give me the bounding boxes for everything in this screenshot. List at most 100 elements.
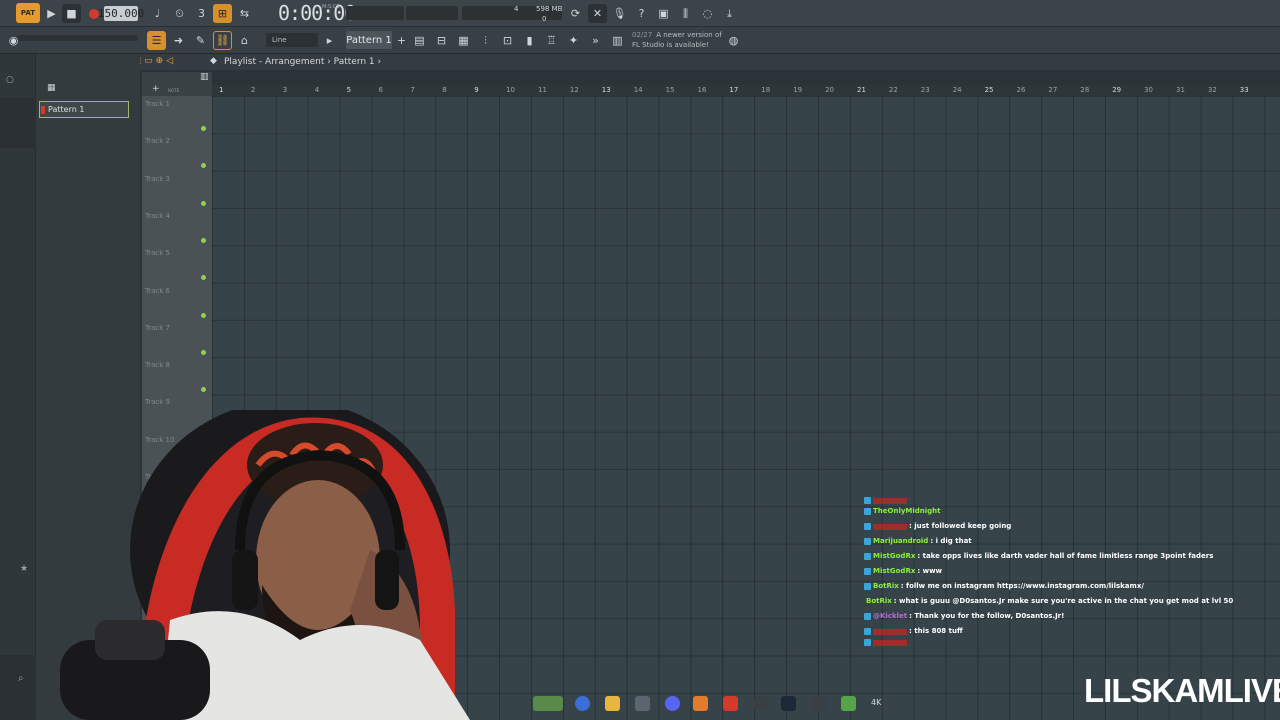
copilot-icon[interactable]	[575, 696, 590, 711]
step-edit-icon[interactable]: ⊞	[213, 4, 232, 23]
track-mute-indicator[interactable]	[201, 200, 206, 206]
update-date: 02/27	[632, 31, 653, 39]
track-label[interactable]: Track 3	[145, 175, 170, 183]
countdown-icon[interactable]: 3	[192, 4, 211, 23]
mixer-faders-icon[interactable]: ⫶	[476, 31, 495, 50]
track-mute-indicator[interactable]	[201, 349, 206, 355]
track-label[interactable]: Track 2	[145, 137, 170, 145]
stamp-icon[interactable]: ⌂	[235, 31, 254, 50]
close-icon[interactable]: ✕	[588, 4, 607, 23]
steam-icon[interactable]	[781, 696, 796, 711]
stream-chat-overlay: TheOnlyMidnight: just followed keep goin…	[864, 497, 1233, 646]
fl-studio-icon[interactable]	[693, 696, 708, 711]
track-label[interactable]: Track 7	[145, 324, 170, 332]
stop-icon[interactable]: ■	[62, 4, 81, 23]
playlist-options-icon[interactable]: ◆	[210, 56, 217, 66]
ruler-bar-number: 17	[729, 86, 739, 94]
ruler-bar-number: 15	[665, 86, 675, 94]
news-icon[interactable]: ▥	[608, 31, 627, 50]
picker-icon[interactable]: ▥	[200, 72, 209, 82]
track-label[interactable]: Track 4	[145, 212, 170, 220]
chat-message: BotRix: what is guuu @D0santos.Jr make s…	[864, 594, 1233, 609]
update-line1: A newer version of	[656, 31, 722, 39]
link-icon[interactable]: ⛓	[213, 31, 232, 50]
taskbar-badge[interactable]: 4K	[871, 698, 881, 707]
pattern-add-icon[interactable]: +	[392, 31, 411, 50]
add-track-icon[interactable]: +	[152, 84, 160, 94]
chat-username	[873, 497, 907, 504]
track-label[interactable]: Track 8	[145, 361, 170, 369]
loop-record-icon[interactable]: ⇆	[235, 4, 254, 23]
pencil-icon[interactable]: ✎	[191, 31, 210, 50]
chat-message: MistGodRx: www	[864, 564, 1224, 579]
track-mute-indicator[interactable]	[201, 126, 206, 131]
arrow-left-icon[interactable]: ▸	[320, 31, 339, 50]
track-mute-indicator[interactable]	[201, 312, 206, 318]
download-icon[interactable]: ⤓	[720, 4, 739, 23]
pattern-picker-item[interactable]: Pattern 1	[39, 101, 129, 118]
song-time-display[interactable]: 0:00:00	[278, 1, 356, 25]
touch-controller-icon[interactable]: »	[586, 31, 605, 50]
search-icon[interactable]: ⌕	[18, 673, 24, 684]
fl-studio-window: PAT ▶ ■ 150.000 ♩ ⏲ 3 ⊞ ⇆ 0:00:00 M:S:CS…	[0, 0, 1280, 720]
mixer-icon[interactable]: ⫼	[676, 4, 695, 23]
plugin-db-icon[interactable]: ▮	[520, 31, 539, 50]
chat-message: @Kicklet: Thank you for the follow, D0sa…	[864, 609, 1224, 624]
chat-username	[873, 523, 907, 530]
file-explorer-icon[interactable]	[605, 696, 620, 711]
chat-text: : take opps lives like darth vader hall …	[917, 552, 1214, 560]
track-label[interactable]: Track 9	[145, 398, 170, 406]
ruler-bar-number: 24	[952, 86, 962, 94]
microphone-icon[interactable]: 🎙	[610, 4, 629, 23]
chat-username: BotRix	[873, 582, 899, 590]
track-label[interactable]: Track 6	[145, 287, 170, 295]
channel-rack-icon[interactable]: ▦	[454, 31, 473, 50]
brave-icon[interactable]	[723, 696, 738, 711]
scroll-slider[interactable]	[18, 35, 138, 41]
app-icon[interactable]	[811, 696, 826, 711]
update-notice[interactable]: 02/27 A newer version of FL Studio is ava…	[632, 30, 722, 50]
playlist-icon[interactable]: ▤	[410, 31, 429, 50]
browser-icon[interactable]: ⊡	[498, 31, 517, 50]
wait-input-icon[interactable]: ⏲	[170, 4, 189, 23]
pat-song-toggle[interactable]: PAT	[16, 3, 40, 23]
arrow-right-icon[interactable]: ➜	[169, 31, 188, 50]
time-format-label: M:S:CS	[322, 4, 340, 10]
pattern-selector[interactable]: Pattern 1	[346, 31, 392, 49]
snap-mode-select[interactable]: Line	[266, 33, 318, 47]
ruler-bar-number: 30	[1144, 86, 1154, 94]
master-pitch-slider[interactable]	[406, 6, 458, 20]
store-icon[interactable]	[635, 696, 650, 711]
widgets-icon[interactable]	[533, 696, 563, 711]
ruler-bar-number: 19	[793, 86, 803, 94]
obs-icon[interactable]	[753, 696, 768, 711]
master-volume-slider[interactable]	[346, 6, 404, 20]
tempo-display[interactable]: 150.000	[98, 6, 144, 21]
play-icon[interactable]: ▶	[42, 4, 61, 23]
playlist-mode-icon[interactable]: ☰	[147, 31, 166, 50]
chat-text: : i dig that	[930, 537, 972, 545]
help-icon[interactable]: ?	[632, 4, 651, 23]
plugin-picker-icon[interactable]: ♖	[542, 31, 561, 50]
track-mute-indicator[interactable]	[201, 237, 206, 243]
globe-icon[interactable]: ◍	[724, 31, 743, 50]
chat-message: TheOnlyMidnight	[864, 504, 1224, 519]
discord-icon[interactable]	[665, 696, 680, 711]
piano-roll-icon[interactable]: ⊟	[432, 31, 451, 50]
metronome-icon[interactable]: ♩	[148, 4, 167, 23]
save-icon[interactable]: ▣	[654, 4, 673, 23]
ruler-bar-number: 3	[282, 86, 288, 94]
chat-badge-icon	[864, 583, 871, 590]
folder-icon[interactable]: ⎔	[6, 76, 14, 86]
picker-toggle-icon[interactable]: ▦	[47, 83, 56, 93]
track-label[interactable]: Track 1	[145, 100, 170, 108]
tools-icon[interactable]: ✦	[564, 31, 583, 50]
ruler-bar-number: 4	[314, 86, 320, 94]
transport-bar: PAT ▶ ■ 150.000 ♩ ⏲ 3 ⊞ ⇆ 0:00:00 M:S:CS…	[0, 0, 1280, 27]
ruler-bar-number: 33	[1239, 86, 1249, 94]
chat-icon[interactable]: ◌	[698, 4, 717, 23]
track-label[interactable]: Track 5	[145, 249, 170, 257]
minecraft-icon[interactable]	[841, 696, 856, 711]
undo-history-icon[interactable]: ⟳	[566, 4, 585, 23]
ruler-bar-number: 31	[1176, 86, 1185, 94]
